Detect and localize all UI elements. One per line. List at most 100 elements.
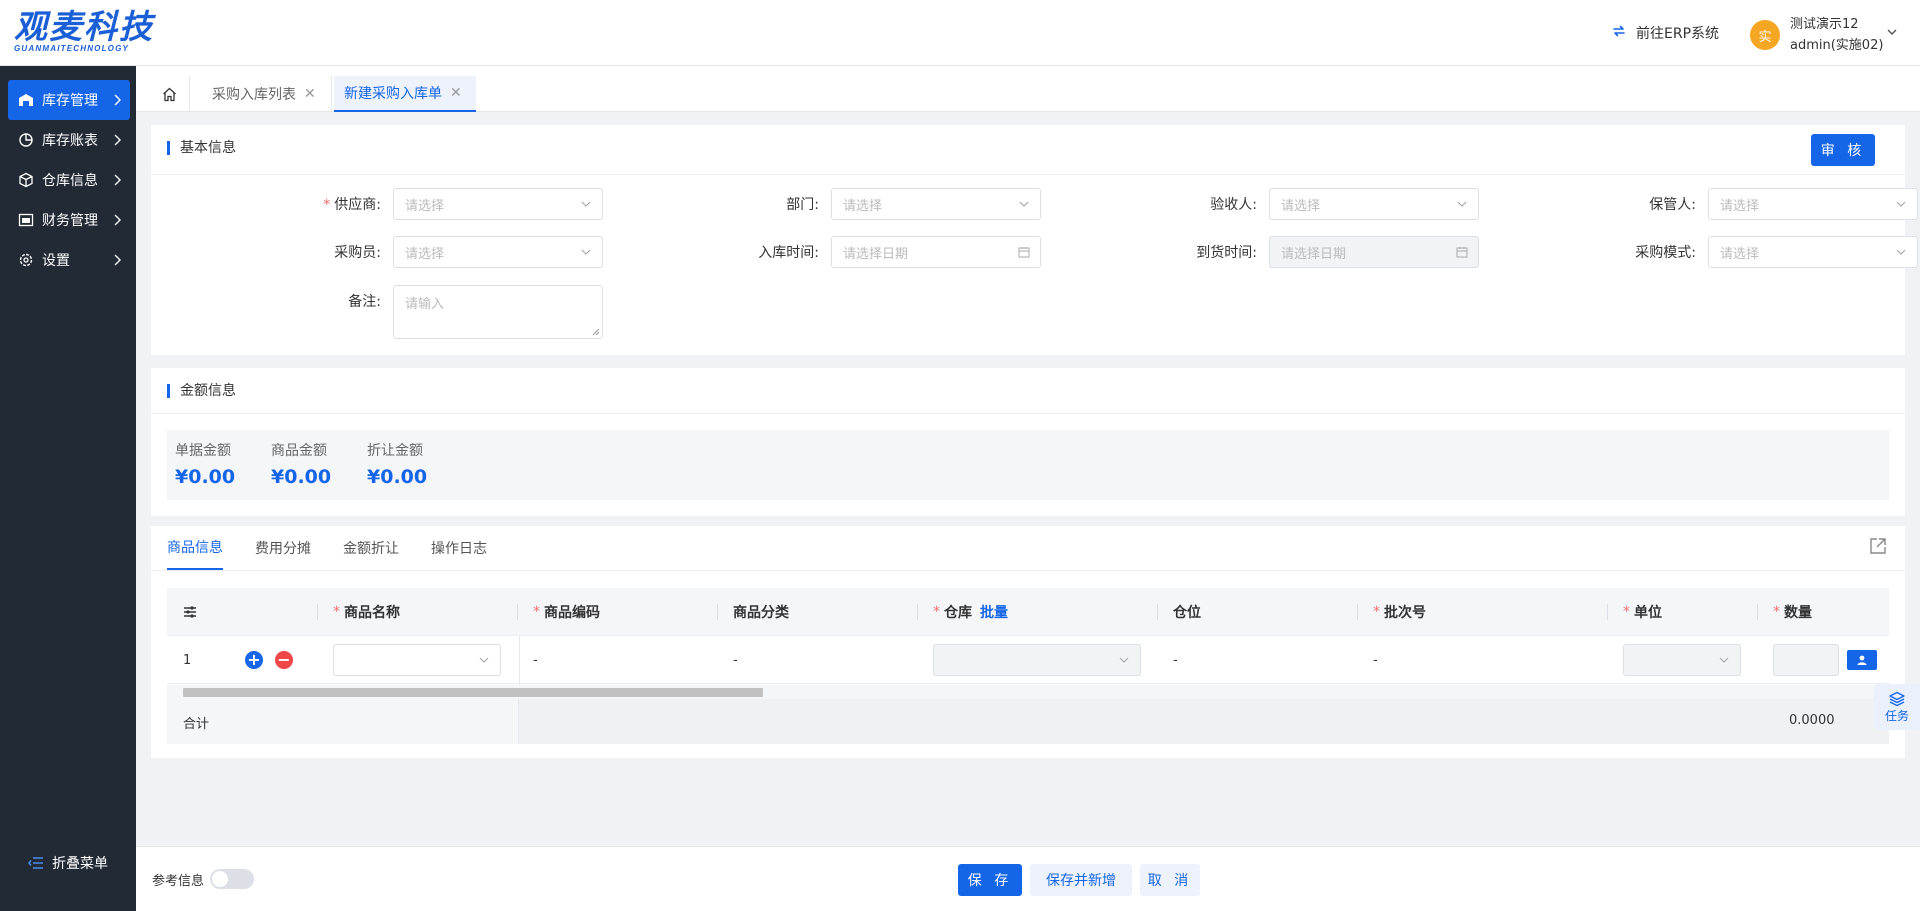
col-batch-no: * 批次号 [1357,588,1607,636]
chevron-down-icon [1019,201,1029,207]
column-header: 批次号 [1384,605,1426,621]
amount-label: 商品金额 [271,443,327,459]
sidebar-item-inventory-management[interactable]: 库存管理 [8,80,130,120]
cube-icon [18,172,34,188]
required-mark: * [1623,604,1630,620]
save-and-new-button[interactable]: 保存并新增 [1030,864,1132,896]
column-header: 仓位 [1173,605,1201,621]
batch-link[interactable]: 批量 [980,602,1008,622]
user-menu[interactable]: 实 测试演示12 admin(实施02) [1750,14,1883,56]
col-unit: * 单位 [1607,588,1757,636]
unit-select[interactable] [1623,644,1741,676]
tab-new-purchase-inbound[interactable]: 新建采购入库单 ✕ [334,76,476,112]
chevron-right-icon [114,94,121,106]
arrive-time-datepicker[interactable]: 请选择日期 [1269,236,1479,268]
chevron-right-icon [114,134,121,146]
goto-erp-link[interactable]: 前往ERP系统 [1610,22,1719,44]
audit-button[interactable]: 审 核 [1811,134,1875,166]
table-header: * 商品名称 * 商品编码 商品分类 * 仓库 批量 仓位 * 批次号 * 单位 * 数量 [167,588,1889,636]
person-icon [1857,655,1867,665]
top-header: 观麦科技 GUANMAITECHNOLOGY 前往ERP系统 实 测试演示12 … [0,0,1920,66]
column-settings-icon [184,606,196,618]
quantity-cell [1757,636,1889,684]
quantity-total: 0.0000 [1789,713,1835,728]
goods-table: * 商品名称 * 商品编码 商品分类 * 仓库 批量 仓位 * 批次号 * 单位 * 数量 1… [167,588,1889,744]
save-button[interactable]: 保 存 [958,864,1022,896]
location-cell: - [1173,652,1178,668]
keeper-select[interactable]: 请选择 [1708,188,1918,220]
sidebar-item-warehouse-info[interactable]: 仓库信息 [8,160,130,200]
tab-goods-info[interactable]: 商品信息 [167,526,223,570]
resize-handle-icon[interactable] [592,328,600,336]
chevron-down-icon [581,249,591,255]
sidebar-item-settings[interactable]: 设置 [8,240,130,280]
tab-cost-allocation[interactable]: 费用分摊 [255,526,311,570]
tab-operation-log[interactable]: 操作日志 [431,526,487,570]
popout-icon[interactable] [1869,537,1887,555]
purchase-mode-select[interactable]: 请选择 [1708,236,1918,268]
close-icon[interactable]: ✕ [450,85,462,101]
in-time-datepicker[interactable]: 请选择日期 [831,236,1041,268]
chevron-down-icon[interactable] [1886,26,1898,38]
chevron-right-icon [114,174,121,186]
tab-purchase-inbound-list[interactable]: 采购入库列表 ✕ [202,76,332,112]
keeper-field: 保管人: 请选择 [1608,188,1918,220]
table-row: 1 + − - - - - [167,636,1889,684]
field-label: 采购员: [334,245,381,261]
reference-info: 参考信息 [152,869,255,889]
field-label: 采购模式: [1635,245,1696,261]
task-float-button[interactable]: 任务 [1874,684,1920,730]
sidebar: 库存管理 库存账表 仓库信息 财务管理 设置 折叠菜单 [0,66,136,911]
company-logo[interactable]: 观麦科技 GUANMAITECHNOLOGY [14,10,154,53]
product-name-select[interactable] [333,644,501,676]
quantity-input[interactable] [1773,644,1839,676]
supplier-select[interactable]: 请选择 [393,188,603,220]
pie-chart-icon [18,132,34,148]
sidebar-item-finance[interactable]: 财务管理 [8,200,130,240]
select-placeholder: 请选择 [843,198,883,214]
supplier-field: * 供应商: 请选择 [293,188,603,220]
chevron-right-icon [114,214,121,226]
department-field: 部门: 请选择 [731,188,1041,220]
warehouse-select[interactable] [933,644,1141,676]
collapse-menu-button[interactable]: 折叠菜单 [28,853,108,873]
tab-home[interactable] [150,76,190,112]
department-select[interactable]: 请选择 [831,188,1041,220]
warehouse-cell [917,636,1157,684]
assign-button[interactable] [1847,650,1877,670]
scrollbar-thumb[interactable] [183,688,763,697]
close-icon[interactable]: ✕ [304,86,316,102]
column-header: 数量 [1784,605,1812,621]
buyer-select[interactable]: 请选择 [393,236,603,268]
add-row-button[interactable]: + [245,651,263,669]
horizontal-scrollbar[interactable] [167,685,1889,699]
cancel-button[interactable]: 取 消 [1140,864,1200,896]
remark-textarea[interactable]: 请输入 [393,285,603,339]
goods-amount: 商品金额 ¥0.00 [271,440,331,488]
field-label: 到货时间: [1196,245,1257,261]
sidebar-item-label: 设置 [42,253,70,269]
chevron-down-icon [1896,249,1906,255]
amount-value: ¥0.00 [175,466,236,488]
summary-label: 合计 [183,717,210,732]
inspector-select[interactable]: 请选择 [1269,188,1479,220]
chevron-right-icon [114,254,121,266]
required-mark: * [323,197,331,213]
product-category-cell: - [733,652,738,668]
column-settings[interactable] [167,588,317,636]
divider [151,413,1905,414]
reference-toggle[interactable] [210,869,255,889]
chevron-down-icon [1119,657,1129,663]
layers-icon [1889,691,1905,706]
user-name: 测试演示12 [1790,17,1859,32]
field-label: 入库时间: [758,245,819,261]
tab-amount-discount[interactable]: 金额折让 [343,526,399,570]
divider [151,174,1905,175]
chevron-down-icon [1457,201,1467,207]
chevron-down-icon [1719,657,1729,663]
chevron-down-icon [581,201,591,207]
chevron-down-icon [1896,201,1906,207]
sidebar-item-inventory-reports[interactable]: 库存账表 [8,120,130,160]
remove-row-button[interactable]: − [275,651,293,669]
col-quantity: * 数量 [1757,588,1889,636]
